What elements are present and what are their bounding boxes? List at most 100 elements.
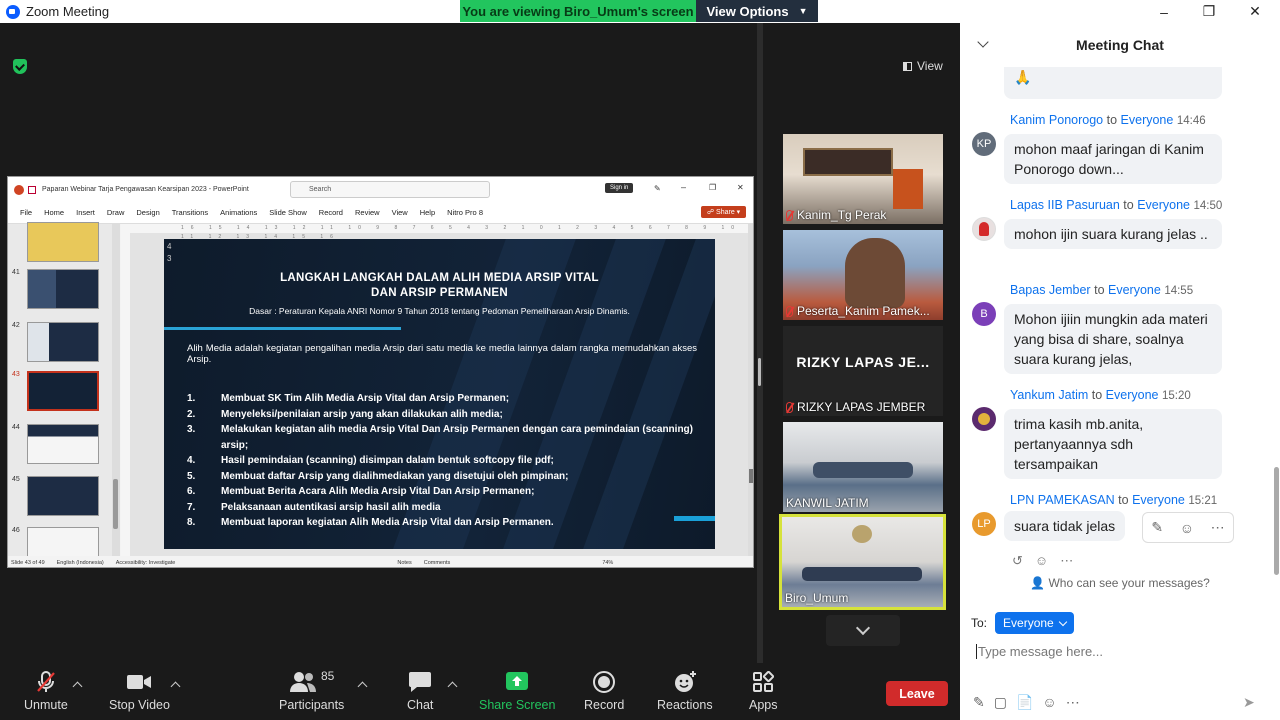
thumbnail-number: 42 [12, 322, 20, 329]
share-screen-button[interactable]: Share Screen [479, 669, 555, 712]
list-item: 8. Membuat laporan kegiatan Alih Media Ar… [187, 517, 554, 528]
next-page-button[interactable] [826, 615, 900, 646]
horizontal-ruler: 16 15 14 13 12 11 10 9 8 7 6 5 4 3 2 1 0… [121, 224, 748, 240]
view-options-button[interactable]: View Options ▼ [696, 0, 818, 22]
slide-intro: Alih Media adalah kegiatan pengalihan me… [187, 343, 697, 365]
chat-label: Chat [407, 698, 434, 712]
menu-record: Record [318, 208, 343, 217]
participant-video-active-speaker[interactable]: Biro_Umum [779, 514, 946, 610]
add-reaction-icon[interactable]: ☺ [1035, 553, 1048, 569]
participant-name: RIZKY LAPAS JEMBER [786, 400, 925, 414]
chat-message: trima kasih mb.anita, pertanyaannya sdh … [1004, 409, 1222, 479]
status-language: English (Indonesia) [56, 559, 104, 566]
slide-heading-line2: DAN ARSIP PERMANEN [370, 287, 509, 299]
chat-input[interactable]: Type message here... [976, 644, 1266, 659]
record-button[interactable]: Record [584, 669, 624, 712]
mic-muted-icon [786, 401, 793, 413]
ppt-status-bar: Slide 43 of 49 English (Indonesia) Acces… [8, 556, 753, 567]
thumbnail-number: 44 [12, 424, 20, 431]
slide-thumbnail: 42 [12, 322, 108, 364]
ppt-sign-in[interactable]: Sign in [605, 183, 634, 193]
slide-thumbnails: 41 42 43 44 45 46 [8, 222, 112, 567]
security-shield-icon[interactable] [13, 59, 27, 74]
list-item: 1. Membuat SK Tim Alih Media Arsip Vital … [187, 393, 510, 404]
collapse-chevron-icon[interactable] [977, 36, 989, 48]
view-label: View [917, 59, 943, 73]
stage-divider[interactable] [757, 23, 763, 663]
participants-button[interactable]: 85 Participants [279, 669, 344, 712]
record-label: Record [584, 698, 625, 712]
apps-button[interactable]: Apps [749, 669, 778, 712]
ppt-minimize-icon: – [681, 182, 687, 192]
chat-scrollbar[interactable] [1272, 67, 1280, 575]
stop-video-button[interactable]: Stop Video [109, 669, 170, 712]
slide-thumbnail-selected: 43 [12, 371, 108, 413]
file-icon[interactable]: 📄 [1016, 694, 1033, 711]
mic-muted-icon [786, 305, 793, 317]
apps-icon [752, 669, 775, 695]
slide-page-numbers: 4 3 [167, 242, 172, 263]
person-lock-icon: 👤 [1030, 576, 1046, 590]
participant-video[interactable]: Peserta_Kanim Pamek... [783, 230, 943, 320]
maximize-button[interactable]: ❐ [1186, 0, 1232, 23]
participant-video[interactable]: Kanim_Tg Perak [783, 134, 943, 224]
chat-tools: ✎ ▢ 📄 ☺ ⋯ [973, 694, 1080, 711]
participant-video[interactable]: KANWIL JATIM [783, 422, 943, 512]
stop-video-label: Stop Video [109, 698, 170, 712]
who-can-see-link[interactable]: 👤 Who can see your messages? [960, 576, 1280, 590]
format-icon[interactable]: ✎ [973, 694, 985, 711]
minimize-button[interactable]: – [1141, 0, 1187, 23]
leave-button[interactable]: Leave [886, 681, 948, 706]
recipient-value: Everyone [1003, 616, 1054, 630]
ppt-close-icon: ✕ [737, 183, 744, 192]
chat-button[interactable]: Chat [407, 669, 433, 712]
thumbnail-image [27, 424, 99, 464]
chat-sender: Kanim Ponorogo to Everyone 14:46 [1010, 113, 1206, 127]
record-icon [592, 669, 616, 695]
more-icon[interactable]: ⋯ [1060, 553, 1073, 569]
reply-thread-icon[interactable]: ↺ [1012, 553, 1023, 569]
avatar [972, 217, 996, 241]
unmute-button[interactable]: Unmute [24, 669, 68, 712]
menu-nitro: Nitro Pro 8 [447, 208, 483, 217]
view-button[interactable]: View [903, 59, 943, 73]
thumbnail-image [27, 322, 99, 362]
chat-sender: Bapas Jember to Everyone 14:55 [1010, 283, 1194, 297]
chat-panel: Meeting Chat 🙏 KP Kanim Ponorogo to Ever… [960, 23, 1280, 720]
thumbnail-image [27, 269, 99, 309]
ppt-search[interactable]: Search [290, 181, 490, 198]
close-button[interactable]: ✕ [1232, 0, 1278, 23]
powerpoint-logo-icon [14, 184, 24, 195]
more-icon[interactable]: ⋯ [1211, 519, 1225, 536]
list-item: 2. Menyeleksi/penilaian arsip yang akan d… [187, 408, 503, 420]
emoji-icon[interactable]: ☺ [1042, 694, 1056, 711]
screenshot-icon[interactable]: ▢ [994, 694, 1007, 711]
ppt-share-label: Share [716, 209, 735, 216]
ppt-restore-icon: ❐ [709, 183, 717, 192]
ppt-titlebar: Paparan Webinar Tarja Pengawasan Kearsip… [8, 177, 753, 202]
steps-list: 1. Membuat SK Tim Alih Media Arsip Vital … [187, 391, 697, 531]
more-icon[interactable]: ⋯ [1066, 694, 1080, 711]
chat-message: suara tidak jelas [1004, 511, 1126, 541]
send-icon[interactable]: ➤ [1243, 694, 1255, 711]
vertical-ruler [121, 233, 130, 556]
menu-insert: Insert [76, 208, 95, 217]
reactions-button[interactable]: Reactions [657, 669, 713, 712]
resize-handle[interactable] [758, 358, 761, 386]
emoji-react-icon[interactable]: ☺ [1180, 520, 1194, 536]
menu-animations: Animations [220, 208, 258, 217]
chevron-down-icon: ▼ [798, 6, 808, 16]
ppt-search-placeholder: Search [309, 186, 332, 193]
mic-muted-icon [786, 209, 793, 221]
reply-icon[interactable]: ✎ [1151, 519, 1163, 536]
slide-43: 4 3 LANGKAH LANGKAH DALAM ALIH MEDIA ARS… [164, 239, 715, 549]
list-item: 5. Membuat daftar Arsip yang dialihmediak… [187, 470, 569, 482]
avatar [972, 407, 996, 431]
thumbnail-number: 41 [12, 269, 20, 276]
participant-video[interactable]: RIZKY LAPAS JE... RIZKY LAPAS JEMBER [783, 326, 943, 416]
share-screen-icon [505, 669, 529, 695]
share-screen-label: Share Screen [479, 698, 556, 712]
list-item: 3. Melakukan kegiatan alih media Arsip Vi… [187, 424, 693, 451]
list-item: 7. Pelaksanaan autentikasi arsip hasil al… [187, 501, 441, 513]
recipient-dropdown[interactable]: Everyone [995, 612, 1074, 634]
